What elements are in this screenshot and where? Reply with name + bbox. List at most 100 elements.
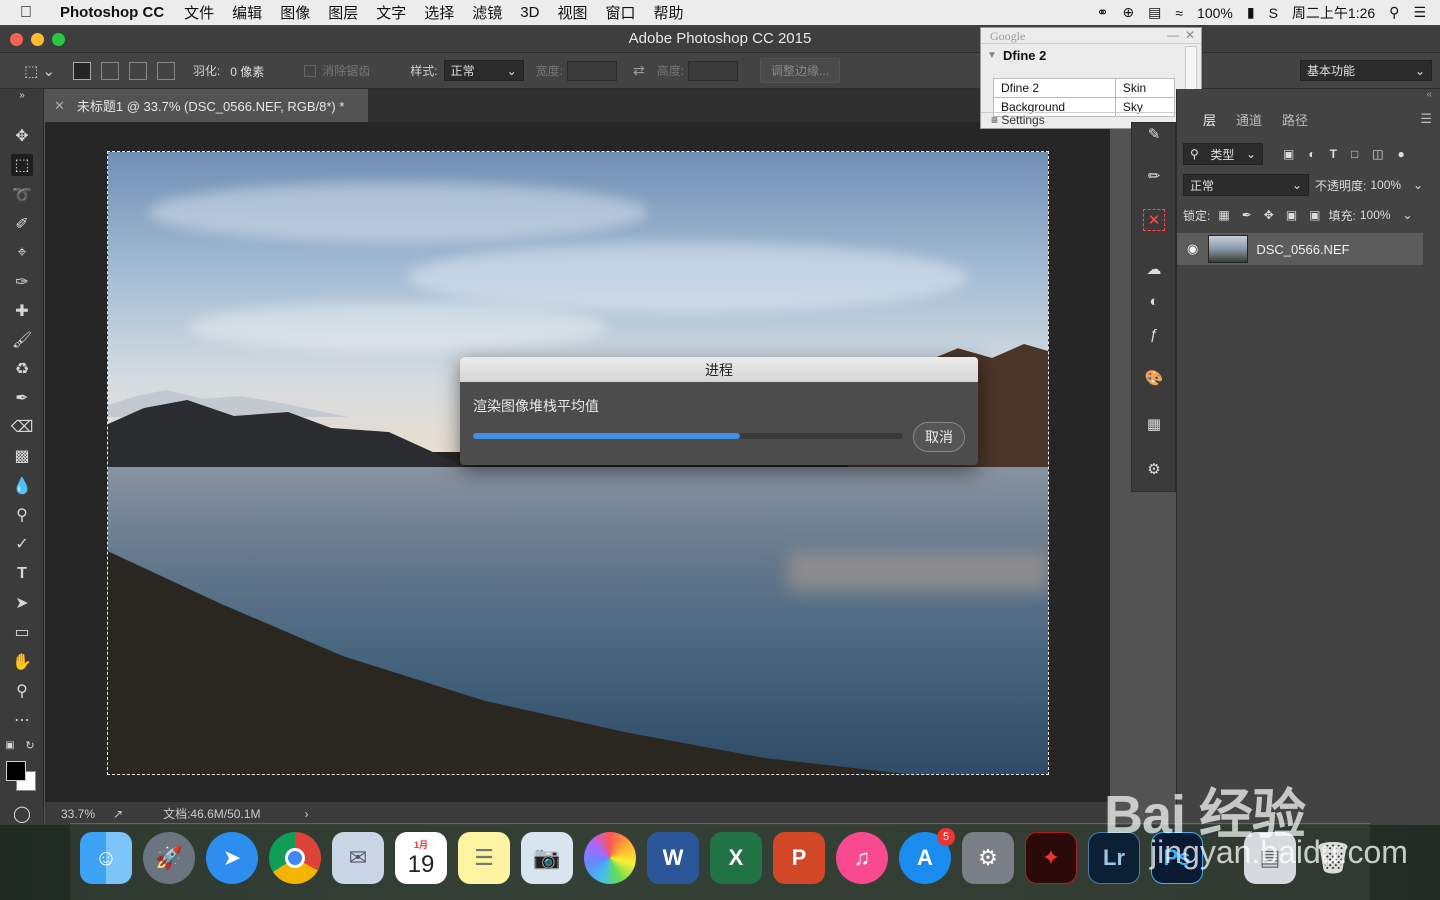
tool-preset-icon[interactable]: ✕ xyxy=(1143,209,1165,231)
layer-filter-select[interactable]: ⚲ 类型 ⌄ xyxy=(1183,143,1263,165)
type-tool-icon[interactable]: T xyxy=(11,563,33,585)
export-icon[interactable]: ↗ xyxy=(113,807,123,821)
height-input[interactable] xyxy=(688,60,739,81)
workspace-select[interactable]: 基本功能 ⌄ xyxy=(1300,60,1432,81)
zoom-level[interactable]: 33.7% xyxy=(61,807,95,821)
creative-cloud-icon[interactable]: ⚭ xyxy=(1097,4,1109,21)
quick-mask-icon[interactable]: ◯ xyxy=(11,803,33,825)
lock-pixels-icon[interactable]: ✒ xyxy=(1242,208,1252,222)
layer-row[interactable]: ◉ DSC_0566.NEF xyxy=(1177,233,1423,265)
menu-filter[interactable]: 滤镜 xyxy=(472,2,502,23)
tab-paths[interactable]: 路径 xyxy=(1282,110,1308,129)
panel-menu-icon[interactable]: ☰ xyxy=(1420,111,1432,127)
dodge-tool-icon[interactable]: ⚲ xyxy=(11,504,33,526)
add-circle-icon[interactable]: ⊕ xyxy=(1122,4,1134,21)
document-info[interactable]: 文档:46.6M/50.1M xyxy=(163,805,260,822)
lock-artboard-icon[interactable]: ▣ xyxy=(1286,208,1297,222)
new-selection-icon[interactable] xyxy=(72,61,91,80)
lock-transparency-icon[interactable]: ▦ xyxy=(1218,208,1229,222)
opacity-input[interactable]: 100% xyxy=(1370,178,1401,192)
rectangle-tool-icon[interactable]: ▭ xyxy=(11,621,33,643)
acrobat-icon[interactable]: ✦ xyxy=(1025,832,1077,884)
swap-colors-icon[interactable]: ↻ xyxy=(24,739,36,752)
chevron-down-icon[interactable]: ⌄ xyxy=(1403,208,1413,222)
menu-app-name[interactable]: Photoshop CC xyxy=(60,4,164,21)
word-icon[interactable]: W xyxy=(647,832,699,884)
skin-button[interactable]: Skin xyxy=(1114,78,1176,98)
notes-icon[interactable]: ☰ xyxy=(458,832,510,884)
calendar-icon[interactable]: 1月 19 xyxy=(395,832,447,884)
lock-position-icon[interactable]: ✥ xyxy=(1264,208,1274,222)
clock[interactable]: 周二上午1:26 xyxy=(1292,3,1375,23)
width-input[interactable] xyxy=(566,60,617,81)
marquee-preset-icon[interactable]: ⬚ ⌄ xyxy=(24,62,55,80)
collapse-toolbox-icon[interactable]: » xyxy=(11,89,33,101)
pen-tool-icon[interactable]: ✓ xyxy=(11,533,33,555)
collapse-triangle-icon[interactable]: ▼ xyxy=(987,50,997,61)
hand-tool-icon[interactable]: ✋ xyxy=(11,651,33,673)
brush-settings-icon[interactable]: ✏ xyxy=(1143,165,1165,187)
styles-icon[interactable]: ƒ xyxy=(1143,323,1165,345)
brush-tool-icon[interactable]: 🖌 xyxy=(11,329,33,351)
style-select[interactable]: 正常 ⌄ xyxy=(443,60,524,81)
blur-tool-icon[interactable]: 💧 xyxy=(11,475,33,497)
close-panel-icon[interactable]: ✕ xyxy=(1185,28,1195,42)
filter-shape-icon[interactable]: □ xyxy=(1351,147,1358,161)
history-brush-tool-icon[interactable]: ✒ xyxy=(11,387,33,409)
photos-icon[interactable] xyxy=(584,832,636,884)
menu-layer[interactable]: 图层 xyxy=(328,2,358,23)
minimize-panel-icon[interactable]: — xyxy=(1167,28,1179,42)
lasso-tool-icon[interactable]: ➰ xyxy=(11,184,33,206)
lock-all-icon[interactable]: ▣ xyxy=(1309,208,1320,222)
path-selection-tool-icon[interactable]: ➤ xyxy=(11,592,33,614)
foreground-color-swatch[interactable] xyxy=(6,761,26,781)
add-selection-icon[interactable] xyxy=(100,61,119,80)
status-menu-arrow-icon[interactable]: › xyxy=(304,807,308,821)
notification-center-icon[interactable]: ☰ xyxy=(1413,4,1426,21)
menu-extra-icon[interactable]: ▤ xyxy=(1148,4,1161,21)
sogou-icon[interactable]: S xyxy=(1269,5,1278,21)
apple-icon[interactable]:  xyxy=(20,4,50,22)
menu-type[interactable]: 文字 xyxy=(376,2,406,23)
zoom-window-button[interactable] xyxy=(52,33,65,46)
powerpoint-icon[interactable]: P xyxy=(773,832,825,884)
filter-pixel-icon[interactable]: ▣ xyxy=(1283,147,1294,161)
swatches-icon[interactable]: ▦ xyxy=(1143,413,1165,435)
eye-icon[interactable]: ◉ xyxy=(1187,241,1198,257)
filter-smart-object-icon[interactable]: ◫ xyxy=(1372,147,1383,161)
fill-input[interactable]: 100% xyxy=(1360,208,1391,222)
default-colors-icon[interactable]: ▣ xyxy=(4,739,16,751)
intersect-selection-icon[interactable] xyxy=(156,61,175,80)
itunes-icon[interactable]: ♫ xyxy=(836,832,888,884)
menu-image[interactable]: 图像 xyxy=(280,2,310,23)
eraser-tool-icon[interactable]: ⌫ xyxy=(11,416,34,438)
filter-type-icon[interactable]: T xyxy=(1330,147,1337,161)
cancel-button[interactable]: 取消 xyxy=(913,422,965,452)
zoom-tool-icon[interactable]: ⚲ xyxy=(11,680,33,702)
color-panel-icon[interactable]: 🎨 xyxy=(1143,367,1165,389)
filter-toggle-icon[interactable]: ● xyxy=(1398,147,1405,161)
menu-edit[interactable]: 编辑 xyxy=(232,2,262,23)
crop-tool-icon[interactable]: ⌖ xyxy=(11,242,33,264)
eyedropper-tool-icon[interactable]: ✑ xyxy=(11,271,33,293)
spotlight-icon[interactable]: ⚲ xyxy=(1389,4,1399,21)
menu-view[interactable]: 视图 xyxy=(557,2,587,23)
tab-channels[interactable]: 通道 xyxy=(1236,110,1262,129)
close-window-button[interactable] xyxy=(10,33,23,46)
layer-name[interactable]: DSC_0566.NEF xyxy=(1256,242,1349,257)
document-tab[interactable]: ✕ 未标题1 @ 33.7% (DSC_0566.NEF, RGB/8*) * xyxy=(46,89,368,122)
swap-dimensions-icon[interactable]: ⇄ xyxy=(633,62,645,79)
menu-3d[interactable]: 3D xyxy=(520,4,539,21)
safari-icon[interactable]: ➤ xyxy=(206,832,258,884)
minimize-window-button[interactable] xyxy=(31,33,44,46)
battery-percent[interactable]: 100% xyxy=(1197,5,1233,21)
app-store-icon[interactable]: A 5 xyxy=(899,828,955,884)
tab-layers[interactable]: 层 xyxy=(1203,110,1216,129)
chrome-icon[interactable] xyxy=(269,832,321,884)
blend-mode-select[interactable]: 正常 ⌄ xyxy=(1183,174,1309,196)
mail-icon[interactable]: ✉ xyxy=(332,832,384,884)
properties-icon[interactable]: ⚙ xyxy=(1143,458,1165,480)
menu-select[interactable]: 选择 xyxy=(424,2,454,23)
gradient-tool-icon[interactable]: ▩ xyxy=(11,445,33,467)
chevron-down-icon[interactable]: ⌄ xyxy=(1413,178,1423,192)
